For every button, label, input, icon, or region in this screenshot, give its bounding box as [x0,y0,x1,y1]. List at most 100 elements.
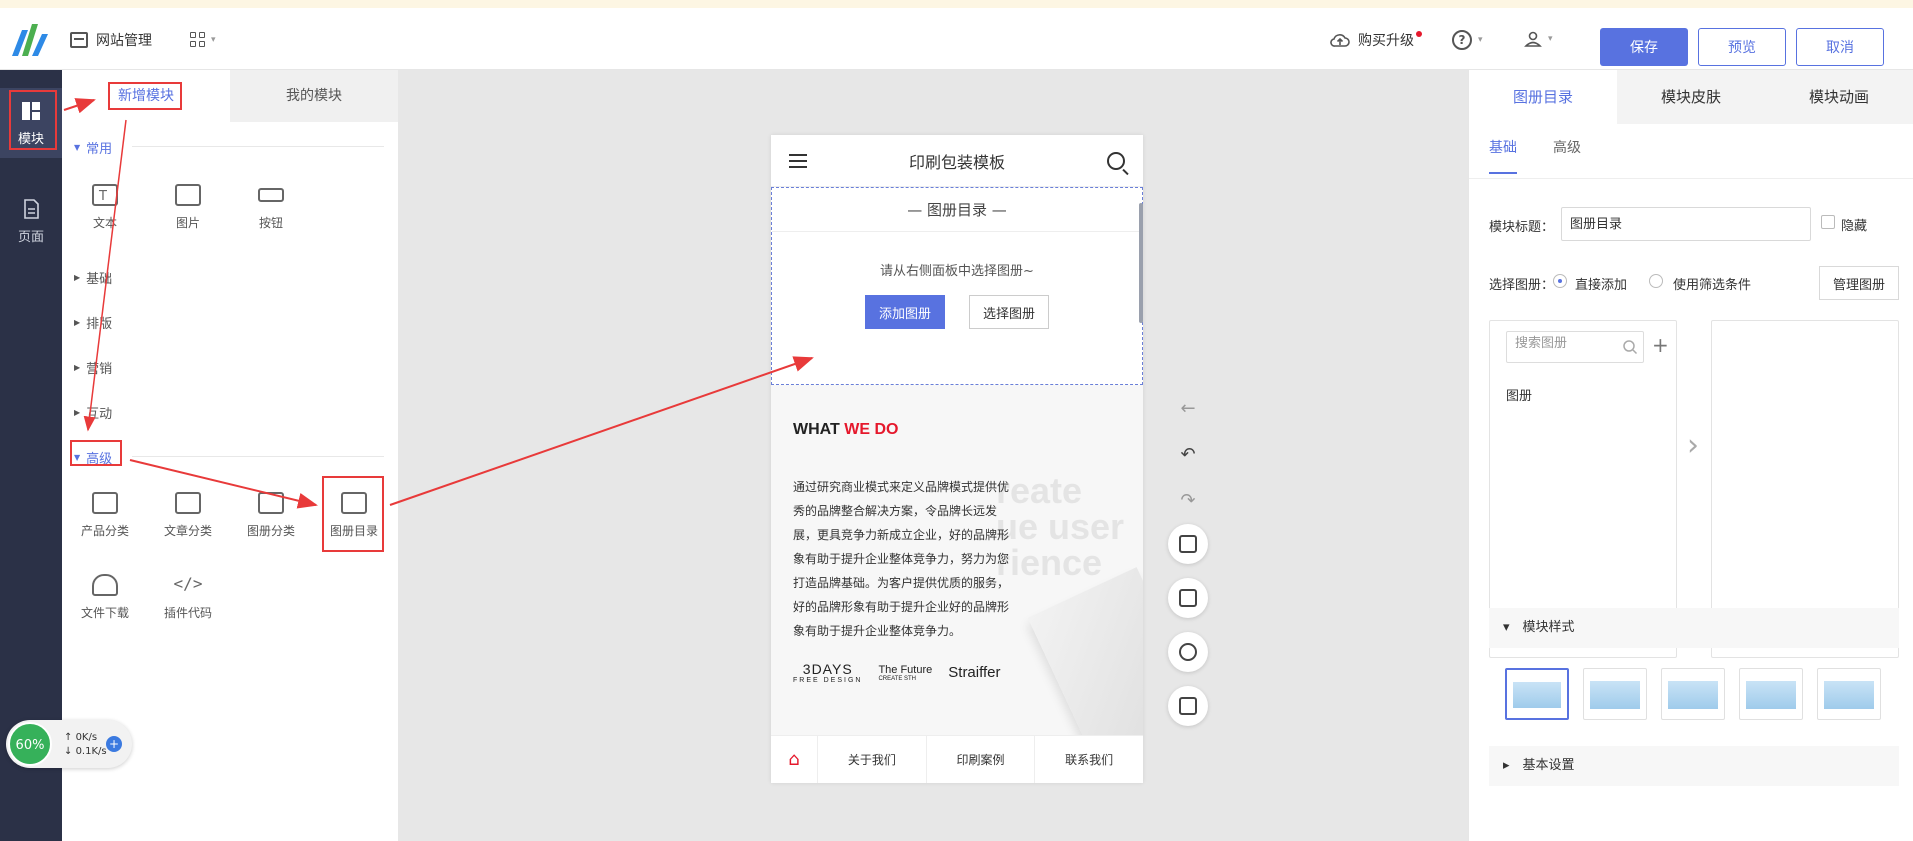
skin-button[interactable] [1168,524,1208,564]
section-basic-settings[interactable]: ▸ 基本设置 [1489,746,1899,786]
plus-icon[interactable]: + [106,736,122,752]
style-option-1[interactable] [1505,668,1569,720]
phone-preview: 印刷包装模板 — 图册目录 — 请从右侧面板中选择图册~ 添加图册 选择图册 W… [771,135,1143,783]
module-button[interactable]: 按钮 [236,184,306,231]
section-label: 模块样式 [1522,620,1575,635]
nav-about[interactable]: 关于我们 [817,736,926,783]
caret-down-icon: ▼ [74,143,81,152]
brand-sub: CREATE STH [878,675,917,682]
category-label: 基础 [86,272,113,287]
tab-my-modules[interactable]: 我的模块 [230,70,398,122]
module-title-input[interactable]: 图册目录 [1561,207,1811,241]
phone-site-title: 印刷包装模板 [908,152,1005,172]
page-icon [24,199,39,219]
top-notice-strip [0,0,1913,8]
choose-album-button[interactable]: 选择图册 [969,295,1049,329]
sidebar-item-pages[interactable]: 页面 [0,186,62,256]
user-menu[interactable]: ▾ [1524,30,1553,48]
network-speed-widget[interactable]: 60% ↑ 0K/s ↓ 0.1K/s + [6,720,132,768]
subtab-basic[interactable]: 基础 [1489,124,1517,174]
button-icon [258,188,284,202]
section-module-style[interactable]: ▾ 模块样式 [1489,608,1899,648]
user-icon [1524,31,1542,47]
phone-scrollbar[interactable] [1139,203,1143,323]
sound-button[interactable] [1168,686,1208,726]
category-label: 排版 [86,317,113,332]
brand-the-future: The Future CREATE STH [878,664,932,682]
subtab-advanced[interactable]: 高级 [1553,124,1581,174]
help-menu[interactable]: ? ▾ [1452,30,1483,50]
apps-button[interactable] [1168,578,1208,618]
caret-right-icon: ▶ [74,318,81,327]
apps-menu[interactable]: ▾ [190,32,216,47]
site-management-menu[interactable]: 网站管理 [70,30,152,50]
heading-part-b: WE DO [844,421,899,438]
nav-contact[interactable]: 联系我们 [1034,736,1143,783]
module-image[interactable]: 图片 [153,184,223,231]
annotation-box-new-module [108,82,182,110]
brand-straiffer: Straiffer [948,664,1001,681]
add-album-button[interactable]: 添加图册 [865,295,945,329]
brand-logos: 3DAYS FREE DESIGN The Future CREATE STH … [793,661,1001,684]
module-label: 文件下载 [80,606,129,620]
phone-bottom-nav: ⌂ 关于我们 印刷案例 联系我们 [771,735,1143,783]
module-label: 按钮 [258,216,283,230]
tab-album-directory[interactable]: 图册目录 [1469,70,1617,124]
chevron-right-icon[interactable]: › [1687,428,1699,463]
album-directory-module[interactable]: — 图册目录 — 请从右侧面板中选择图册~ 添加图册 选择图册 [771,187,1143,385]
text-icon: T [92,184,118,206]
module-text[interactable]: T 文本 [70,184,140,231]
settings-button[interactable] [1168,632,1208,672]
nav-cases[interactable]: 印刷案例 [925,736,1035,783]
redo-icon[interactable]: ↷ [1168,478,1208,524]
tab-module-skin[interactable]: 模块皮肤 [1617,70,1765,124]
home-icon[interactable]: ⌂ [771,736,817,783]
style-option-3[interactable] [1661,668,1725,720]
upload-speed-value: 0K/s [75,732,98,743]
plus-icon[interactable]: + [1652,333,1669,357]
module-plugin-code[interactable]: </> 插件代码 [153,574,223,621]
category-common[interactable]: ▼ 常用 [74,138,112,157]
search-icon[interactable] [1106,151,1125,170]
preview-button[interactable]: 预览 [1698,28,1786,66]
category-interact[interactable]: ▶ 互动 [74,403,112,422]
cancel-button[interactable]: 取消 [1796,28,1884,66]
tab-module-animation[interactable]: 模块动画 [1765,70,1913,124]
gear-icon [1179,643,1197,661]
module-album-category[interactable]: 图册分类 [236,492,306,539]
download-speed: ↓ 0.1K/s [64,746,107,757]
category-basic[interactable]: ▶ 基础 [74,268,112,287]
menu-icon[interactable] [789,153,807,168]
speed-percent: 60% [8,722,52,766]
style-option-4[interactable] [1739,668,1803,720]
category-layout[interactable]: ▶ 排版 [74,313,112,332]
radio-use-filter[interactable] [1649,274,1663,288]
speaker-icon [1179,697,1197,715]
hide-checkbox[interactable] [1821,215,1835,229]
album-buttons: 添加图册 选择图册 [772,295,1142,329]
upgrade-button[interactable]: 购买升级 [1330,30,1422,50]
direct-add-label: 直接添加 [1575,278,1628,293]
module-file-download[interactable]: 文件下载 [70,574,140,621]
module-product-category[interactable]: 产品分类 [70,492,140,539]
cloud-upload-icon [1330,34,1350,47]
style-option-5[interactable] [1817,668,1881,720]
album-icon [258,492,284,514]
arrow-left-icon[interactable]: ← [1168,386,1208,432]
notification-dot [1416,31,1422,37]
brand-name: 3DAYS [802,661,853,677]
property-panel: 图册目录 模块皮肤 模块动画 基础 高级 模块标题： 图册目录 隐藏 选择图册：… [1468,70,1913,841]
album-list-item[interactable]: 图册 [1506,385,1532,404]
manage-albums-button[interactable]: 管理图册 [1819,266,1899,300]
chevron-down-icon: ▾ [1478,35,1483,45]
radio-direct-add[interactable] [1553,274,1567,288]
style-thumb [1746,681,1796,709]
select-album-label: 选择图册： [1489,278,1555,293]
style-option-2[interactable] [1583,668,1647,720]
category-marketing[interactable]: ▶ 营销 [74,358,112,377]
module-article-category[interactable]: 文章分类 [153,492,223,539]
save-button[interactable]: 保存 [1600,28,1688,66]
caret-right-icon: ▶ [74,408,81,417]
undo-icon[interactable]: ↶ [1168,432,1208,478]
code-icon: </> [173,574,203,593]
